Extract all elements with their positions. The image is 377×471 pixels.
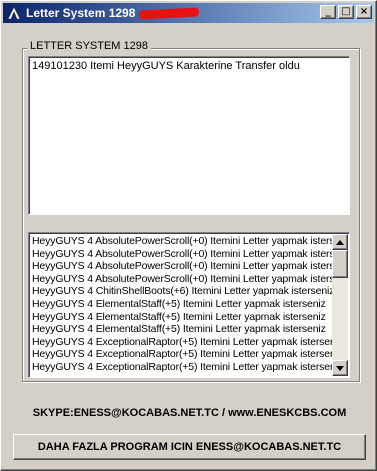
maximize-button[interactable]: □	[338, 5, 354, 19]
letter-a-icon[interactable]	[6, 5, 22, 21]
list-item[interactable]: HeyyGUYS 4 AbsolutePowerScroll(+0) Itemi…	[32, 260, 333, 273]
list-item[interactable]: HeyyGUYS 4 ExceptionalRaptor(+5) Itemini…	[32, 336, 333, 349]
list-item[interactable]: HeyyGUYS 4 ExceptionalRaptor(+5) Itemini…	[32, 361, 333, 374]
list-item[interactable]: HeyyGUYS 4 AbsolutePowerScroll(+0) Itemi…	[32, 248, 333, 261]
item-listbox[interactable]: HeyyGUYS 4 AbsolutePowerScroll(+0) Itemi…	[28, 232, 350, 378]
bottom-info-panel: DAHA FAZLA PROGRAM ICIN ENESS@KOCABAS.NE…	[13, 434, 366, 460]
arrow-down-icon[interactable]	[332, 360, 348, 376]
list-item[interactable]: HeyyGUYS 4 ExceptionalRaptor(+5) Itemini…	[32, 348, 333, 361]
scrollbar-thumb[interactable]	[332, 250, 348, 278]
skype-contact-label: SKYPE:ENESS@KOCABAS.NET.TC / www.ENESKCB…	[32, 407, 347, 419]
list-items: HeyyGUYS 4 AbsolutePowerScroll(+0) Itemi…	[32, 235, 333, 374]
minimize-button[interactable]: _	[320, 5, 336, 19]
window-title: Letter System 1298	[26, 6, 136, 20]
list-item[interactable]: HeyyGUYS 4 AbsolutePowerScroll(+0) Itemi…	[32, 273, 333, 286]
redaction-mark	[139, 6, 200, 20]
bottom-info-text: DAHA FAZLA PROGRAM ICIN ENESS@KOCABAS.NE…	[37, 441, 342, 453]
group-title: LETTER SYSTEM 1298	[27, 40, 151, 52]
arrow-up-icon[interactable]	[332, 234, 348, 250]
vertical-scrollbar[interactable]	[332, 234, 348, 376]
app-window: Letter System 1298 _ □ × LETTER SYSTEM 1…	[0, 0, 377, 471]
log-textbox[interactable]: 149101230 Itemi HeyyGUYS Karakterine Tra…	[28, 56, 350, 215]
log-text: 149101230 Itemi HeyyGUYS Karakterine Tra…	[32, 60, 300, 72]
window-controls: _ □ ×	[318, 5, 372, 19]
title-bar[interactable]: Letter System 1298 _ □ ×	[3, 3, 374, 23]
list-item[interactable]: HeyyGUYS 4 ChitinShellBoots(+6) Itemini …	[32, 285, 333, 298]
list-item[interactable]: HeyyGUYS 4 ElementalStaff(+5) Itemini Le…	[32, 323, 333, 336]
list-item[interactable]: HeyyGUYS 4 ElementalStaff(+5) Itemini Le…	[32, 298, 333, 311]
close-button[interactable]: ×	[356, 5, 372, 19]
list-item[interactable]: HeyyGUYS 4 ElementalStaff(+5) Itemini Le…	[32, 311, 333, 324]
list-item[interactable]: HeyyGUYS 4 AbsolutePowerScroll(+0) Itemi…	[32, 235, 333, 248]
